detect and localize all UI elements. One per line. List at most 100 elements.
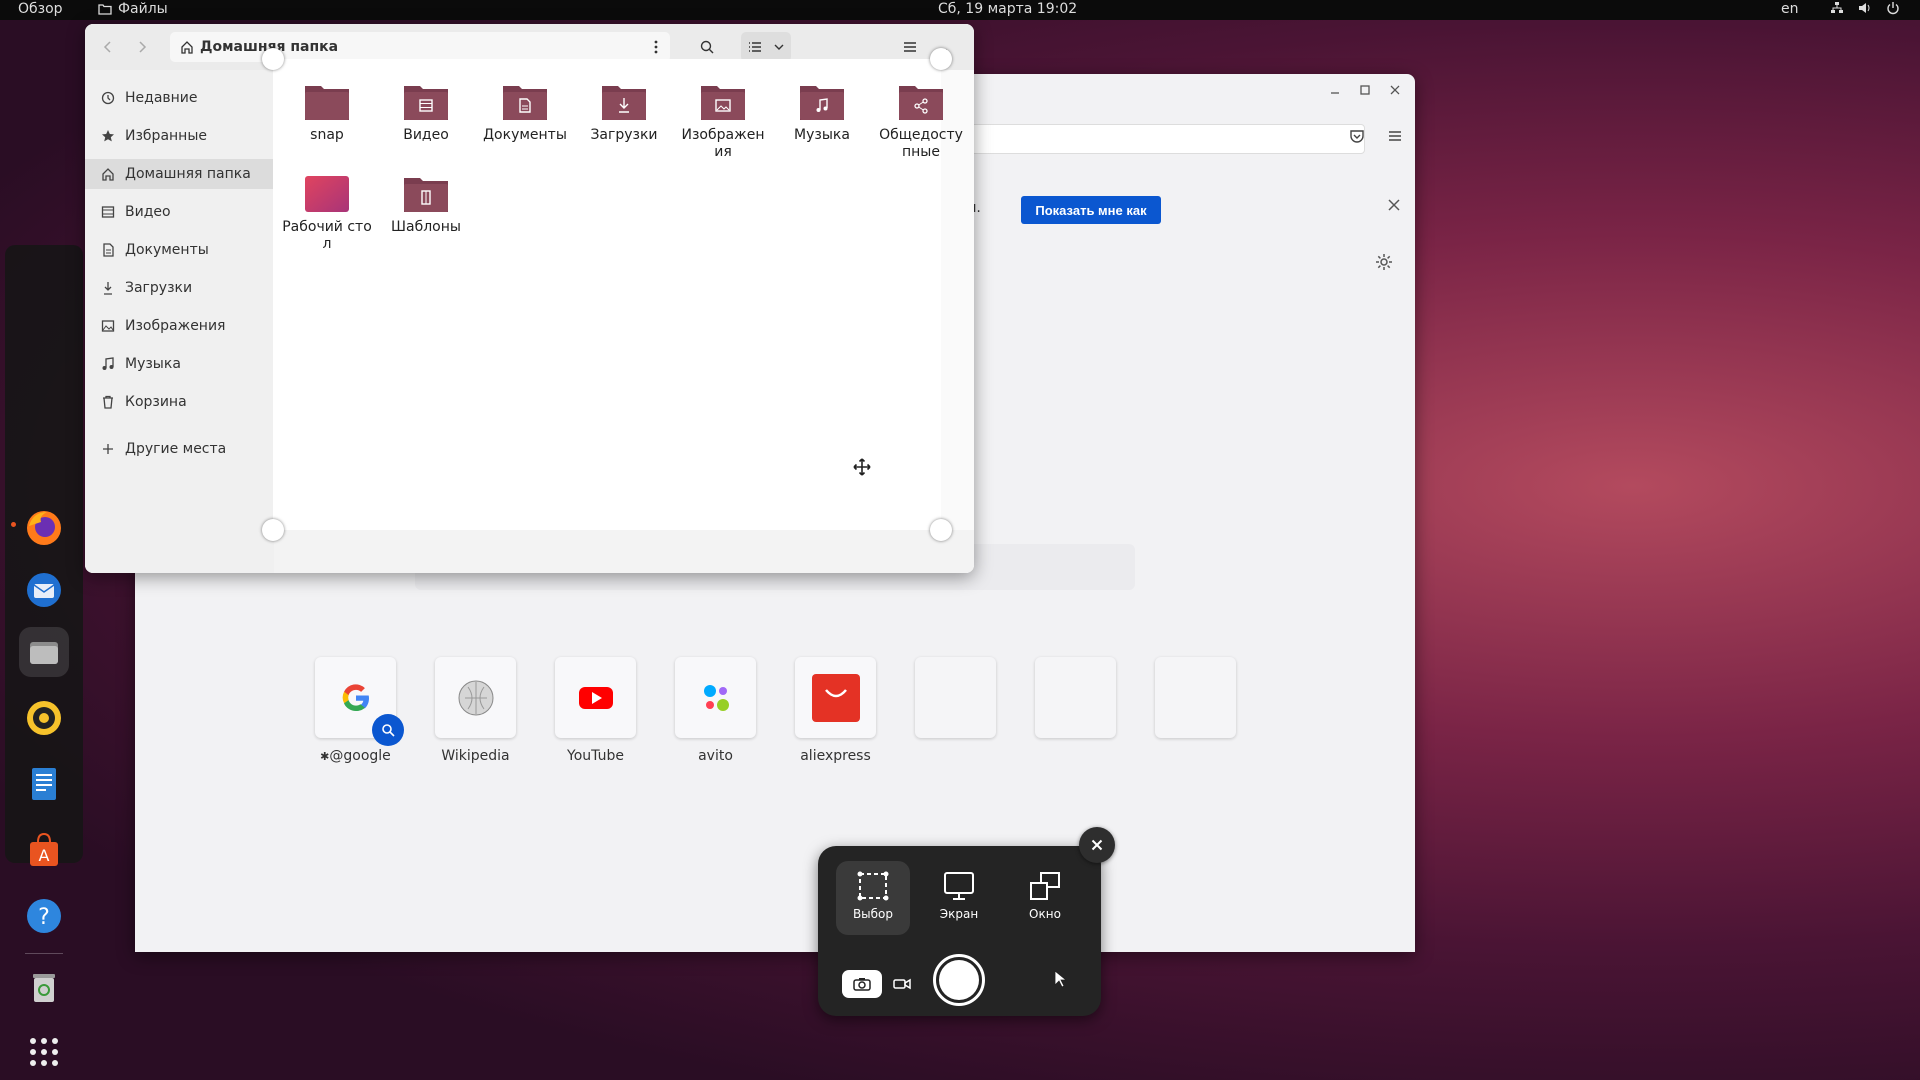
folder-name: Загрузки bbox=[590, 127, 658, 143]
mode-window-button[interactable]: Окно bbox=[1008, 861, 1082, 935]
folder-item[interactable]: Шаблоны bbox=[381, 172, 471, 236]
mode-selection-button[interactable]: Выбор bbox=[836, 861, 910, 935]
kebab-menu-icon[interactable] bbox=[654, 40, 658, 54]
image-icon bbox=[101, 320, 115, 332]
browser-toolbar bbox=[1349, 128, 1403, 144]
dock-show-apps[interactable] bbox=[19, 1027, 69, 1077]
hamburger-menu-icon[interactable] bbox=[1387, 128, 1403, 144]
tile-label: avito bbox=[698, 748, 733, 764]
sidebar-item-label: Музыка bbox=[125, 356, 181, 372]
folder-name: Рабочий стол bbox=[282, 219, 372, 252]
running-indicator bbox=[11, 522, 16, 527]
back-button[interactable] bbox=[93, 32, 123, 62]
aliexpress-icon bbox=[811, 673, 860, 722]
top-site-tile[interactable]: ✱@google bbox=[315, 657, 404, 764]
screenshot-toggle[interactable] bbox=[842, 970, 882, 998]
dock-writer[interactable] bbox=[19, 759, 69, 809]
folder-item[interactable]: Общедоступные bbox=[876, 80, 966, 161]
tile-label: ✱@google bbox=[320, 748, 391, 764]
pointer-icon[interactable] bbox=[1053, 970, 1067, 988]
sidebar-item-home[interactable]: Домашняя папка bbox=[85, 159, 274, 189]
minimize-icon[interactable] bbox=[1329, 84, 1341, 96]
forward-button[interactable] bbox=[127, 32, 157, 62]
keyboard-layout-indicator[interactable]: en bbox=[1781, 1, 1799, 17]
tile-icon-box bbox=[675, 657, 756, 738]
help-icon: ? bbox=[27, 899, 61, 933]
empty-tile[interactable] bbox=[915, 657, 996, 764]
svg-text:A: A bbox=[39, 846, 50, 865]
selection-handle-top-left[interactable] bbox=[262, 48, 284, 70]
sidebar-item-label: Документы bbox=[125, 242, 209, 258]
music-icon bbox=[102, 357, 114, 370]
top-site-tile[interactable]: avito bbox=[675, 657, 756, 764]
capture-button[interactable] bbox=[933, 954, 985, 1006]
clock[interactable]: Сб, 19 марта 19:02 bbox=[938, 1, 1077, 17]
app-menu-label: Файлы bbox=[118, 1, 168, 17]
trash-icon bbox=[33, 974, 55, 1002]
sidebar-item-trash[interactable]: Корзина bbox=[85, 387, 274, 417]
top-site-tile[interactable]: aliexpress bbox=[795, 657, 876, 764]
pocket-icon[interactable] bbox=[1349, 128, 1365, 144]
selection-handle-top-right[interactable] bbox=[930, 48, 952, 70]
sidebar-item-music[interactable]: Музыка bbox=[85, 349, 274, 379]
show-me-how-button[interactable]: Показать мне как bbox=[1021, 196, 1161, 224]
sidebar-item-label: Избранные bbox=[125, 128, 207, 144]
folder-item[interactable]: Документы bbox=[480, 80, 570, 144]
avito-icon bbox=[703, 684, 729, 711]
dock-rhythmbox[interactable] bbox=[19, 693, 69, 743]
screencast-toggle[interactable] bbox=[882, 970, 922, 998]
top-site-tile[interactable]: YouTube bbox=[555, 657, 636, 764]
close-icon[interactable] bbox=[1387, 198, 1401, 212]
dock-help[interactable]: ? bbox=[19, 891, 69, 941]
view-toggle-button[interactable] bbox=[741, 32, 791, 62]
folder-item[interactable]: Рабочий стол bbox=[282, 172, 372, 253]
selection-handle-bottom-right[interactable] bbox=[930, 519, 952, 541]
sidebar-item-recent[interactable]: Недавние bbox=[85, 83, 274, 113]
network-icon bbox=[1831, 2, 1843, 13]
sidebar-item-label: Другие места bbox=[125, 441, 227, 457]
rhythmbox-icon bbox=[27, 701, 61, 735]
files-icon bbox=[30, 642, 58, 664]
gear-icon[interactable] bbox=[1375, 253, 1393, 271]
mode-screen-button[interactable]: Экран bbox=[922, 861, 996, 935]
folder-item[interactable]: snap bbox=[282, 80, 372, 144]
folder-item[interactable]: Загрузки bbox=[579, 80, 669, 144]
tile-icon-box bbox=[795, 657, 876, 738]
sidebar-item-starred[interactable]: Избранные bbox=[85, 121, 274, 151]
close-icon[interactable] bbox=[1389, 84, 1401, 96]
selection-handle-bottom-left[interactable] bbox=[262, 519, 284, 541]
sidebar-item-videos[interactable]: Видео bbox=[85, 197, 274, 227]
dock-thunderbird[interactable] bbox=[19, 565, 69, 615]
clock-icon bbox=[101, 91, 115, 105]
sidebar-item-label: Домашняя папка bbox=[125, 166, 251, 182]
folder-item[interactable]: Видео bbox=[381, 80, 471, 144]
dock-trash[interactable] bbox=[19, 961, 69, 1011]
dock-files[interactable] bbox=[19, 627, 69, 677]
activities-button[interactable]: Обзор bbox=[18, 1, 63, 17]
search-button[interactable] bbox=[692, 32, 722, 62]
chevron-left-icon bbox=[103, 41, 111, 53]
empty-tile[interactable] bbox=[1155, 657, 1236, 764]
menu-button[interactable] bbox=[894, 32, 926, 62]
screenshot-close-button[interactable] bbox=[1079, 827, 1115, 863]
mode-label: Выбор bbox=[852, 907, 894, 921]
dock-software[interactable]: A bbox=[19, 825, 69, 875]
app-menu[interactable]: Файлы bbox=[98, 1, 168, 17]
browser-window-controls bbox=[1329, 84, 1401, 96]
sidebar-item-downloads[interactable]: Загрузки bbox=[85, 273, 274, 303]
sidebar-item-pictures[interactable]: Изображения bbox=[85, 311, 274, 341]
empty-tile[interactable] bbox=[1035, 657, 1116, 764]
folder-item[interactable]: Изображения bbox=[678, 80, 768, 161]
documents-folder-icon bbox=[503, 86, 547, 120]
search-badge bbox=[372, 714, 404, 746]
sidebar-item-other-locations[interactable]: Другие места bbox=[85, 434, 274, 464]
maximize-icon[interactable] bbox=[1359, 84, 1371, 96]
path-bar[interactable]: Домашняя папка bbox=[170, 32, 670, 62]
download-icon bbox=[104, 282, 112, 295]
top-site-tile[interactable]: Wikipedia bbox=[435, 657, 516, 764]
system-menu[interactable] bbox=[1830, 1, 1900, 15]
dock-firefox[interactable] bbox=[19, 503, 69, 553]
folder-item[interactable]: Музыка bbox=[777, 80, 867, 144]
sidebar-item-documents[interactable]: Документы bbox=[85, 235, 274, 265]
url-bar[interactable] bbox=[955, 124, 1365, 154]
